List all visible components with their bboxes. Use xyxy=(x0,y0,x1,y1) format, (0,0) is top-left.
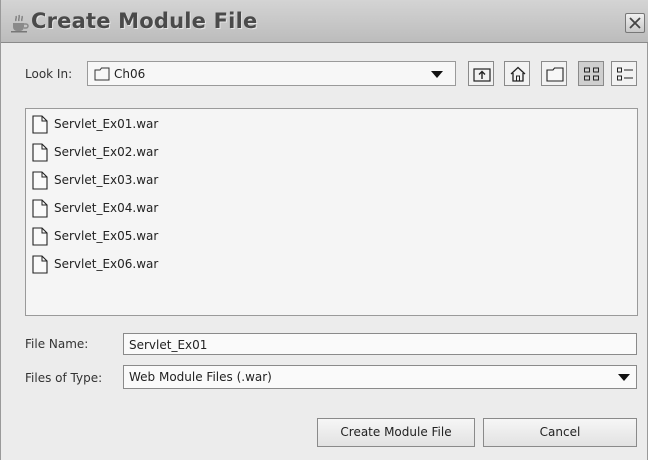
file-name-input[interactable]: Servlet_Ex01 xyxy=(123,333,637,355)
new-folder-icon xyxy=(546,67,564,82)
file-item-servlet-ex06[interactable]: Servlet_Ex06.war xyxy=(32,254,252,276)
list-view-icon xyxy=(584,67,599,81)
look-in-value: Ch06 xyxy=(114,67,146,81)
file-name: Servlet_Ex01.war xyxy=(54,117,159,131)
cancel-button[interactable]: Cancel xyxy=(483,418,637,447)
file-icon xyxy=(32,171,48,190)
create-module-file-button[interactable]: Create Module File xyxy=(317,418,475,447)
file-name: Servlet_Ex02.war xyxy=(54,145,159,159)
file-icon xyxy=(32,255,48,274)
title-bar[interactable]: Create Module File xyxy=(1,0,648,43)
file-name-value: Servlet_Ex01 xyxy=(129,338,208,352)
files-of-type-combo[interactable]: Web Module Files (.war) xyxy=(123,365,637,389)
up-folder-icon xyxy=(473,68,491,82)
list-view-button[interactable] xyxy=(578,61,604,86)
close-icon xyxy=(629,17,641,29)
up-one-level-button[interactable] xyxy=(468,61,494,86)
file-icon xyxy=(32,227,48,246)
chevron-down-icon xyxy=(618,374,630,381)
file-list[interactable]: Servlet_Ex01.war Servlet_Ex02.war Servle… xyxy=(25,108,638,316)
details-view-button[interactable] xyxy=(611,61,637,86)
home-button[interactable] xyxy=(504,61,530,86)
file-name-label: File Name: xyxy=(25,337,89,351)
file-name: Servlet_Ex04.war xyxy=(54,201,159,215)
folder-icon xyxy=(94,67,110,81)
create-module-file-dialog: Create Module File Look In: Ch06 Servlet… xyxy=(0,0,648,460)
file-item-servlet-ex05[interactable]: Servlet_Ex05.war xyxy=(32,226,252,248)
file-name: Servlet_Ex05.war xyxy=(54,229,159,243)
create-new-folder-button[interactable] xyxy=(541,61,567,86)
dialog-title: Create Module File xyxy=(31,9,258,33)
file-item-servlet-ex02[interactable]: Servlet_Ex02.war xyxy=(32,142,252,164)
look-in-label: Look In: xyxy=(25,67,73,81)
files-of-type-value: Web Module Files (.war) xyxy=(129,370,272,384)
details-view-icon xyxy=(617,67,633,81)
file-item-servlet-ex03[interactable]: Servlet_Ex03.war xyxy=(32,170,252,192)
home-icon xyxy=(510,66,526,82)
chevron-down-icon xyxy=(431,71,443,78)
file-name: Servlet_Ex03.war xyxy=(54,173,159,187)
file-item-servlet-ex01[interactable]: Servlet_Ex01.war xyxy=(32,114,252,136)
java-cup-icon xyxy=(11,14,29,33)
close-button[interactable] xyxy=(625,13,645,33)
files-of-type-label: Files of Type: xyxy=(25,371,103,385)
file-icon xyxy=(32,143,48,162)
file-icon xyxy=(32,115,48,134)
file-icon xyxy=(32,199,48,218)
look-in-combo[interactable]: Ch06 xyxy=(87,61,456,86)
file-name: Servlet_Ex06.war xyxy=(54,257,159,271)
file-item-servlet-ex04[interactable]: Servlet_Ex04.war xyxy=(32,198,252,220)
